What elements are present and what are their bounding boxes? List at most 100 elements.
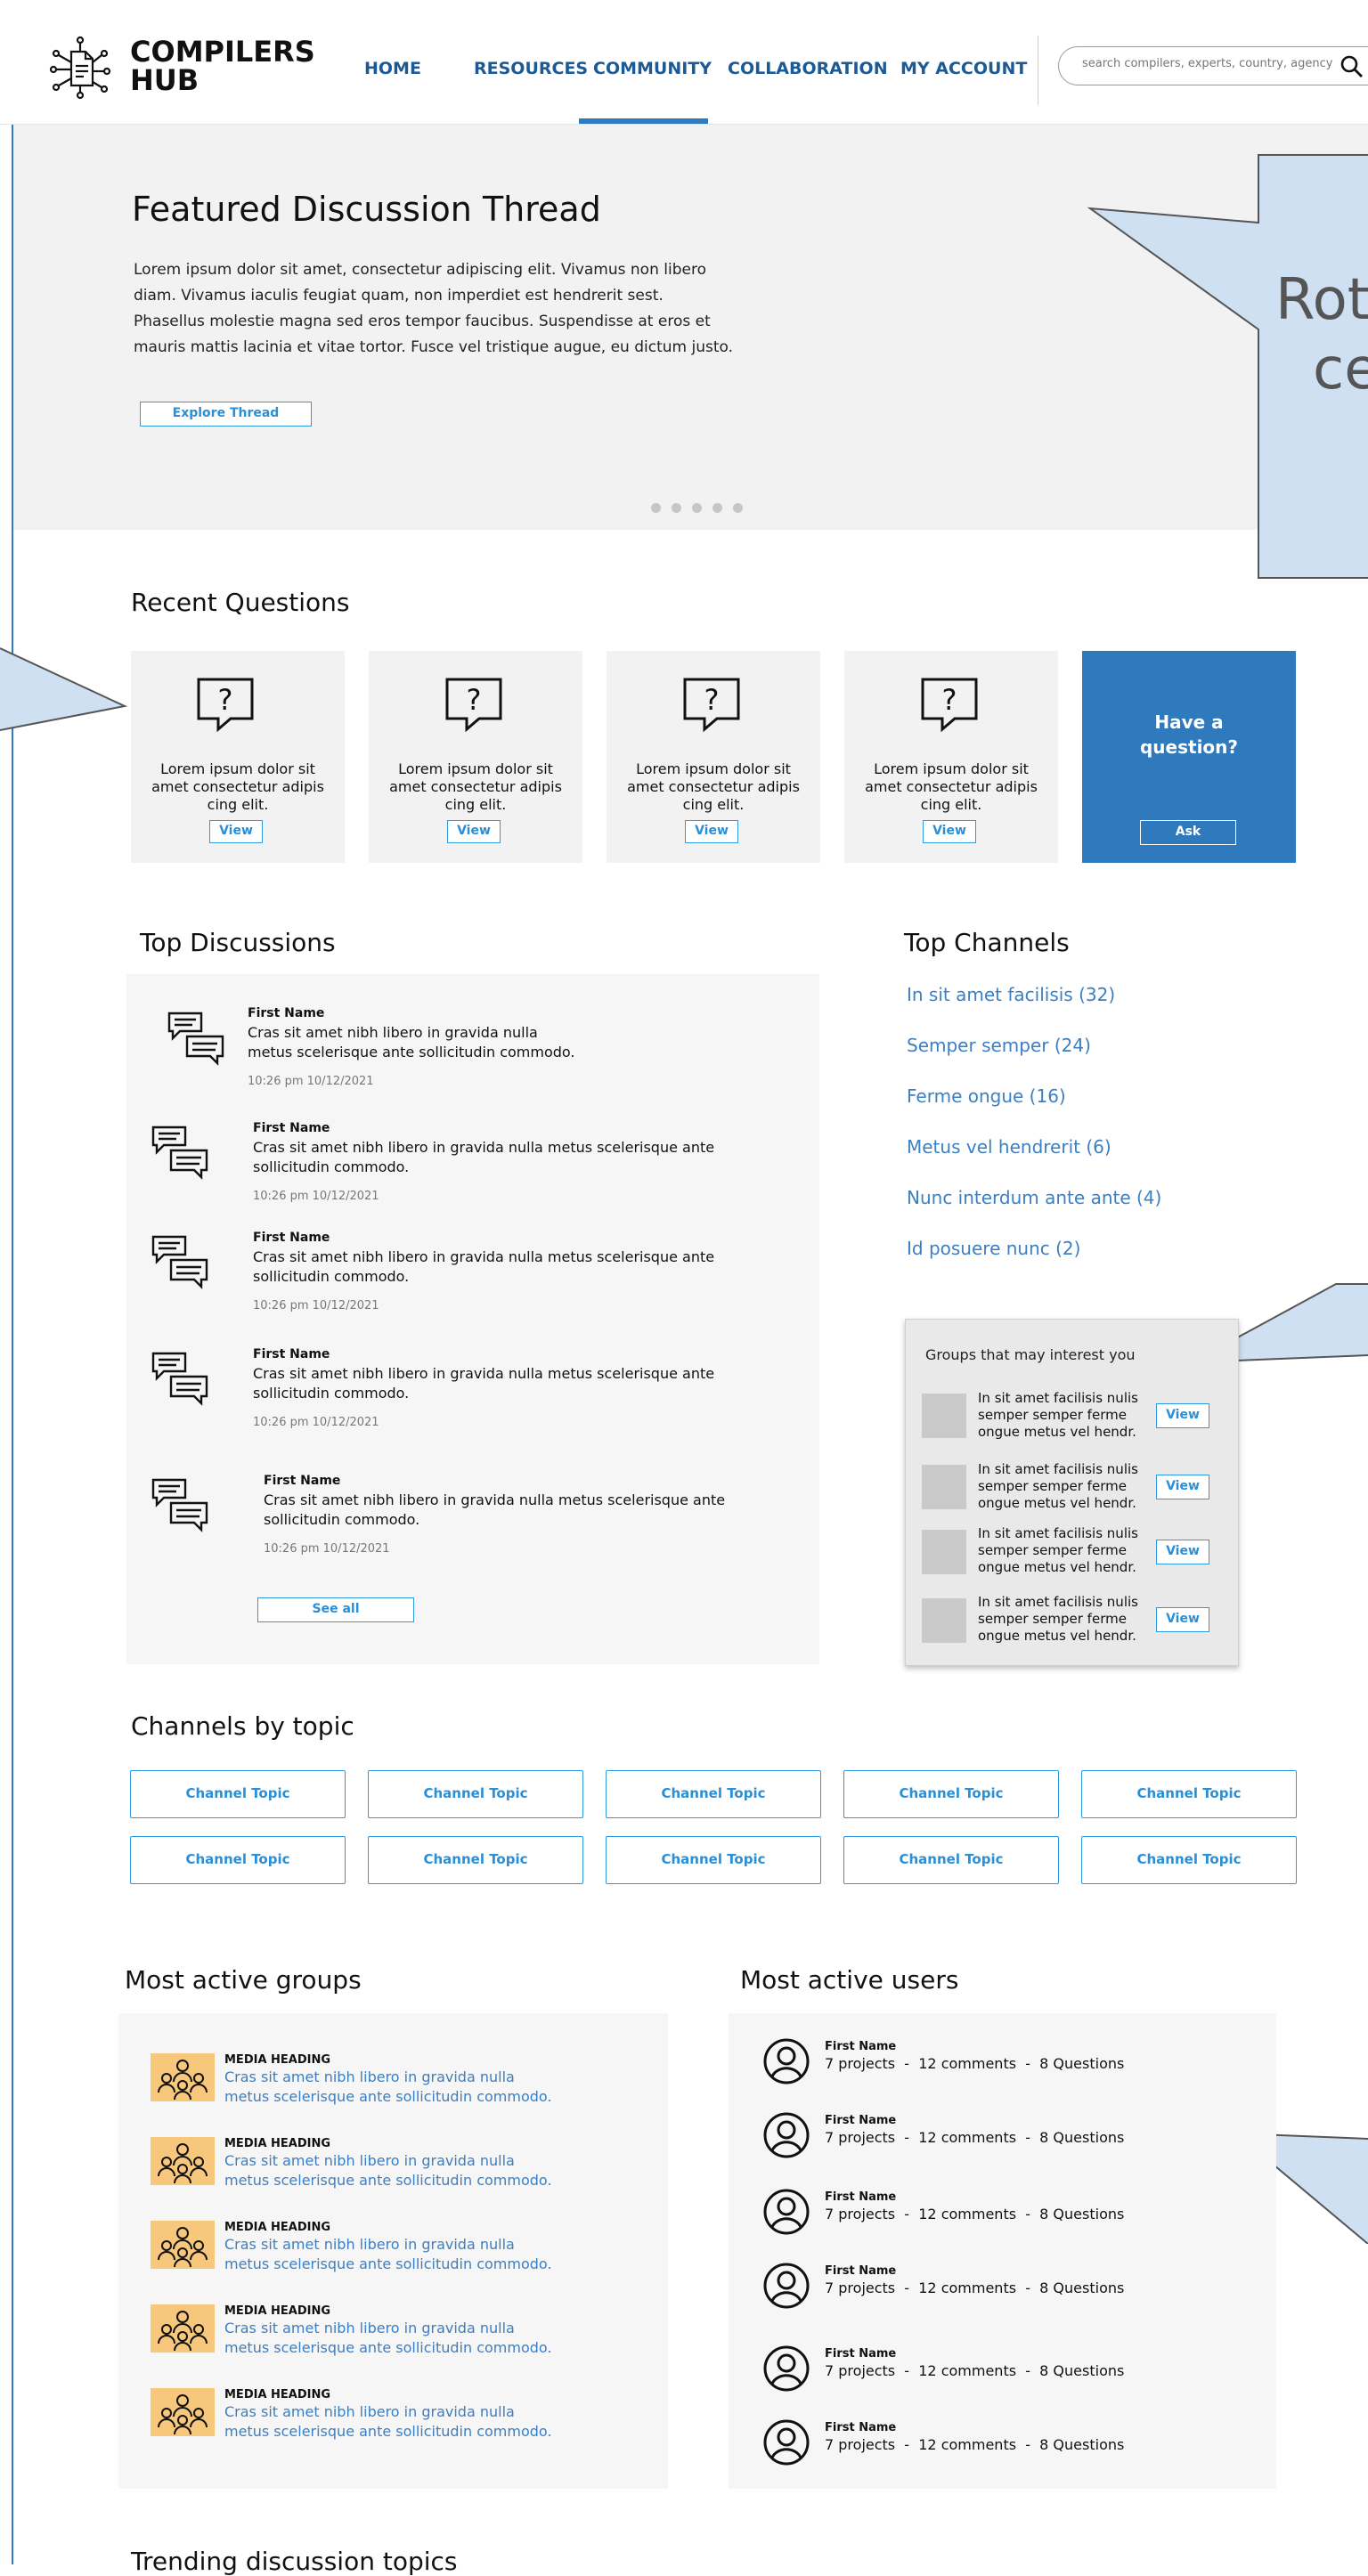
search-icon[interactable] (1340, 55, 1364, 78)
carousel-dot[interactable] (672, 503, 681, 513)
explore-thread-button[interactable]: Explore Thread (140, 402, 312, 427)
svg-text:?: ? (704, 683, 720, 717)
channel-link[interactable]: In sit amet facilisis (32) (907, 984, 1115, 1005)
question-bubble-icon: ? (683, 678, 740, 733)
question-view-button[interactable]: View (685, 820, 738, 843)
discussion-icon (151, 1478, 208, 1532)
question-view-button[interactable]: View (209, 820, 263, 843)
question-view-button[interactable]: View (447, 820, 501, 843)
user-stats: 7 projects - 12 comments - 8 Questions (825, 2279, 1125, 2296)
carousel-dot[interactable] (712, 503, 722, 513)
question-view-button[interactable]: View (923, 820, 976, 843)
discussion-text: Cras sit amet nibh libero in gravida nul… (253, 1248, 715, 1285)
discussion-time: 10:26 pm 10/12/2021 (264, 1542, 390, 1556)
group-text: In sit amet facilisis nulis semper sempe… (978, 1461, 1138, 1511)
nav-resources[interactable]: RESOURCES (474, 59, 588, 78)
channel-link[interactable]: Nunc interdum ante ante (4) (907, 1187, 1161, 1208)
carousel-dot[interactable] (733, 503, 743, 513)
channel-topic-button[interactable]: Channel Topic (368, 1770, 583, 1818)
see-all-button[interactable]: See all (257, 1597, 414, 1622)
discussion-icon (151, 1125, 208, 1180)
nav-community[interactable]: COMMUNITY (593, 59, 712, 78)
logo-line-1: COMPILERS (130, 35, 315, 69)
group-thumbnail (922, 1598, 966, 1643)
hero-callout-text-2: ce (1313, 337, 1368, 402)
channel-topic-button[interactable]: Channel Topic (606, 1836, 821, 1884)
discussion-text: Cras sit amet nibh libero in gravida nul… (264, 1491, 726, 1528)
discussion-author: First Name (248, 1006, 325, 1020)
discussion-author: First Name (253, 1347, 330, 1361)
carousel-dot[interactable] (692, 503, 702, 513)
question-text: Lorem ipsum dolor sit amet consectetur a… (627, 760, 800, 813)
most-active-groups-panel: MEDIA HEADING Cras sit amet nibh libero … (118, 2013, 668, 2489)
user-name: First Name (825, 2040, 897, 2053)
svg-text:?: ? (218, 683, 233, 717)
channel-topic-button[interactable]: Channel Topic (368, 1836, 583, 1884)
ask-question-title: Have a question? (1139, 711, 1239, 758)
user-stats: 7 projects - 12 comments - 8 Questions (825, 2055, 1125, 2072)
channel-topic-button[interactable]: Channel Topic (1081, 1836, 1297, 1884)
group-view-button[interactable]: View (1156, 1540, 1209, 1564)
channel-link[interactable]: Id posuere nunc (2) (907, 1238, 1080, 1259)
discussion-time: 10:26 pm 10/12/2021 (253, 1299, 379, 1312)
group-view-button[interactable]: View (1156, 1607, 1209, 1632)
carousel-dot[interactable] (651, 503, 661, 513)
discussion-author: First Name (264, 1474, 341, 1488)
question-card: ? Lorem ipsum dolor sit amet consectetur… (607, 651, 820, 863)
hero-title: Featured Discussion Thread (132, 190, 601, 229)
top-discussions-title: Top Discussions (140, 928, 336, 957)
group-heading: MEDIA HEADING (224, 2221, 331, 2234)
discussion-text: Cras sit amet nibh libero in gravida nul… (253, 1139, 715, 1175)
user-name: First Name (825, 2264, 897, 2278)
trending-topics-title: Trending discussion topics (131, 2547, 458, 2576)
group-image (151, 2221, 215, 2269)
group-view-button[interactable]: View (1156, 1403, 1209, 1428)
user-stats: 7 projects - 12 comments - 8 Questions (825, 2129, 1125, 2146)
group-image (151, 2304, 215, 2353)
channel-topic-button[interactable]: Channel Topic (843, 1770, 1059, 1818)
compilers-hub-logo-icon[interactable] (48, 36, 112, 100)
discussion-icon (167, 1012, 224, 1066)
search-box[interactable] (1058, 46, 1368, 85)
user-stats: 7 projects - 12 comments - 8 Questions (825, 2362, 1125, 2379)
group-thumbnail (922, 1394, 966, 1438)
group-description-link[interactable]: Cras sit amet nibh libero in gravida nul… (224, 2235, 563, 2274)
search-input[interactable] (1080, 56, 1351, 71)
svg-text:?: ? (942, 683, 957, 717)
group-heading: MEDIA HEADING (224, 2137, 331, 2150)
logo-text[interactable]: COMPILERS HUB (130, 37, 315, 94)
group-heading: MEDIA HEADING (224, 2304, 331, 2318)
channel-topic-button[interactable]: Channel Topic (1081, 1770, 1297, 1818)
channel-topic-button[interactable]: Channel Topic (130, 1770, 346, 1818)
channel-topic-button[interactable]: Channel Topic (130, 1836, 346, 1884)
nav-home[interactable]: HOME (364, 59, 421, 78)
people-group-icon (158, 2311, 208, 2352)
user-avatar-icon (763, 2112, 810, 2158)
group-thumbnail (922, 1530, 966, 1574)
group-view-button[interactable]: View (1156, 1475, 1209, 1499)
channel-link[interactable]: Semper semper (24) (907, 1035, 1091, 1056)
channels-by-topic-title: Channels by topic (131, 1711, 354, 1741)
channel-topic-button[interactable]: Channel Topic (843, 1836, 1059, 1884)
group-image (151, 2053, 215, 2101)
group-description-link[interactable]: Cras sit amet nibh libero in gravida nul… (224, 2068, 563, 2107)
discussion-icon (151, 1352, 208, 1406)
group-image (151, 2137, 215, 2185)
user-avatar-icon (763, 2038, 810, 2084)
svg-text:?: ? (467, 683, 482, 717)
group-description-link[interactable]: Cras sit amet nibh libero in gravida nul… (224, 2319, 563, 2358)
user-avatar-icon (763, 2189, 810, 2235)
user-avatar-icon (763, 2263, 810, 2309)
group-description-link[interactable]: Cras sit amet nibh libero in gravida nul… (224, 2151, 563, 2190)
recent-questions-title: Recent Questions (131, 588, 350, 617)
channel-link[interactable]: Ferme ongue (16) (907, 1085, 1066, 1107)
nav-my-account[interactable]: MY ACCOUNT (900, 59, 1027, 78)
group-description-link[interactable]: Cras sit amet nibh libero in gravida nul… (224, 2402, 563, 2442)
question-card: ? Lorem ipsum dolor sit amet consectetur… (844, 651, 1058, 863)
discussion-time: 10:26 pm 10/12/2021 (253, 1416, 379, 1429)
channel-link[interactable]: Metus vel hendrerit (6) (907, 1136, 1112, 1158)
channel-topic-button[interactable]: Channel Topic (606, 1770, 821, 1818)
user-avatar-icon (763, 2345, 810, 2392)
ask-button[interactable]: Ask (1140, 820, 1236, 845)
nav-collaboration[interactable]: COLLABORATION (728, 59, 888, 78)
